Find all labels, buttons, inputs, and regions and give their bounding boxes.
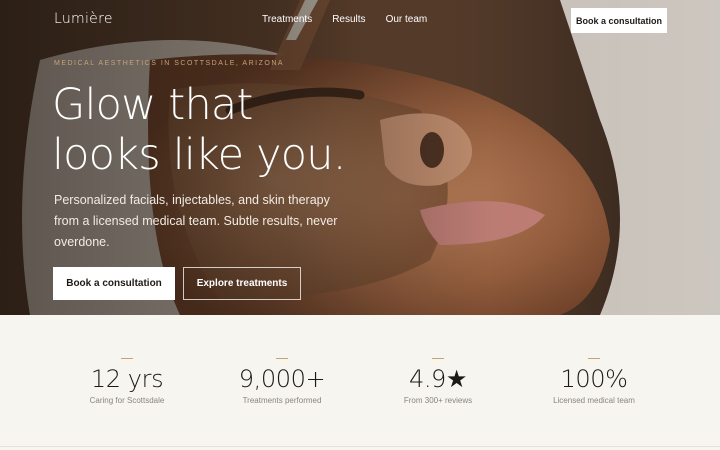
stat-value: 12 yrs <box>90 365 164 393</box>
stat-value: 100% <box>560 365 628 393</box>
stat-label: Treatments performed <box>242 396 322 405</box>
hero-headline: Glow that looks like you. <box>52 80 382 180</box>
stats-section: 12 yrs Caring for Scottsdale 9,000+ Trea… <box>0 315 720 450</box>
stat-accent-rule <box>588 358 600 359</box>
nav-book-consultation-button[interactable]: Book a consultation <box>571 8 667 33</box>
stat-label: From 300+ reviews <box>403 396 473 405</box>
stat-accent-rule <box>276 358 288 359</box>
nav-link-treatments[interactable]: Treatments <box>262 14 312 25</box>
top-nav: Lumière Treatments Results Our team Book… <box>0 0 720 40</box>
section-divider <box>0 446 720 447</box>
hero-section: Lumière Treatments Results Our team Book… <box>0 0 720 315</box>
nav-links: Treatments Results Our team <box>262 14 447 25</box>
hero-headline-line-1: Glow that <box>52 80 253 130</box>
hero-eyebrow: MEDICAL AESTHETICS IN SCOTTSDALE, ARIZON… <box>54 60 285 67</box>
hero-subtext: Personalized facials, injectables, and s… <box>54 193 338 249</box>
stat-accent-rule <box>121 358 133 359</box>
hero-book-consultation-button[interactable]: Book a consultation <box>53 267 175 300</box>
stat-value: 4.9★ <box>408 365 468 393</box>
stat-label: Licensed medical team <box>553 396 635 405</box>
hero-explore-treatments-button[interactable]: Explore treatments <box>183 267 301 300</box>
stat-value: 9,000+ <box>238 365 326 393</box>
stat-accent-rule <box>432 358 444 359</box>
nav-link-results[interactable]: Results <box>332 14 365 25</box>
hero-headline-line-2: looks like you. <box>52 130 346 180</box>
brand-logo[interactable]: Lumière <box>54 11 113 27</box>
nav-link-our-team[interactable]: Our team <box>386 14 428 25</box>
stat-label: Caring for Scottsdale <box>89 396 165 405</box>
